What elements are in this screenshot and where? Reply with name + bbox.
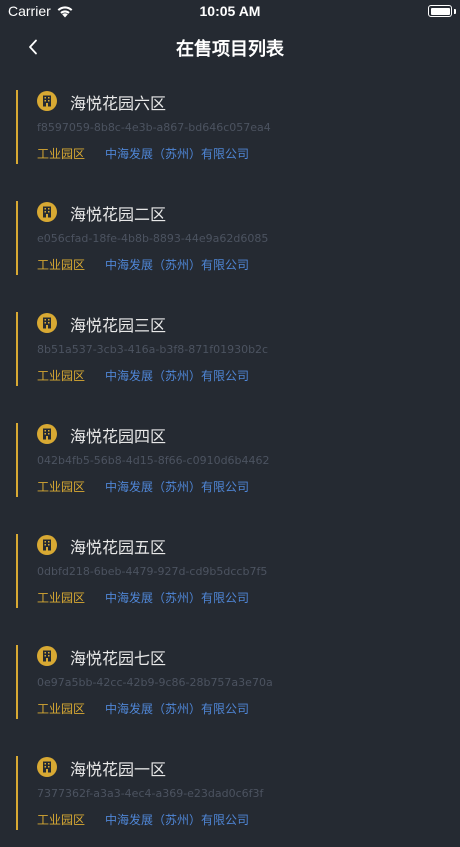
project-id: e056cfad-18fe-4b8b-8893-44e9a62d6085 (37, 232, 269, 245)
project-company: 中海发展（苏州）有限公司 (105, 147, 250, 161)
building-icon (37, 646, 57, 666)
project-area-tag: 工业园区 (37, 702, 86, 716)
battery-icon (428, 5, 452, 17)
building-icon (37, 313, 57, 333)
project-company: 中海发展（苏州）有限公司 (105, 369, 250, 383)
project-company: 中海发展（苏州）有限公司 (105, 813, 250, 827)
project-id: 0dbfd218-6beb-4479-927d-cd9b5dccb7f5 (37, 565, 268, 578)
status-time: 10:05 AM (199, 3, 261, 19)
project-id: 7377362f-a3a3-4ec4-a369-e23dad0c6f3f (37, 787, 264, 800)
project-name: 海悦花园三区 (70, 316, 167, 335)
project-list: 海悦花园六区 f8597059-8b8c-4e3b-a867-bd646c057… (0, 70, 460, 847)
project-name: 海悦花园七区 (70, 649, 167, 668)
project-company: 中海发展（苏州）有限公司 (105, 591, 250, 605)
accent-bar (16, 423, 18, 497)
project-card[interactable]: 海悦花园七区 0e97a5bb-42cc-42b9-9c86-28b757a3e… (0, 625, 460, 736)
project-area-tag: 工业园区 (37, 591, 86, 605)
project-area-tag: 工业园区 (37, 480, 86, 494)
accent-bar (16, 312, 18, 386)
building-icon (37, 757, 57, 777)
project-name: 海悦花园四区 (70, 427, 167, 446)
building-icon (37, 202, 57, 222)
project-name: 海悦花园一区 (70, 760, 167, 779)
project-id: 8b51a537-3cb3-416a-b3f8-871f01930b2c (37, 343, 269, 356)
building-icon (37, 535, 57, 555)
project-company: 中海发展（苏州）有限公司 (105, 702, 250, 716)
project-company: 中海发展（苏州）有限公司 (105, 480, 250, 494)
project-area-tag: 工业园区 (37, 258, 86, 272)
project-card[interactable]: 海悦花园三区 8b51a537-3cb3-416a-b3f8-871f01930… (0, 292, 460, 403)
project-area-tag: 工业园区 (37, 813, 86, 827)
accent-bar (16, 90, 18, 164)
project-name: 海悦花园五区 (70, 538, 167, 557)
project-card[interactable]: 海悦花园六区 f8597059-8b8c-4e3b-a867-bd646c057… (0, 70, 460, 181)
project-id: 042b4fb5-56b8-4d15-8f66-c0910d6b4462 (37, 454, 270, 467)
project-name: 海悦花园六区 (70, 94, 167, 113)
accent-bar (16, 645, 18, 719)
accent-bar (16, 756, 18, 830)
project-area-tag: 工业园区 (37, 147, 86, 161)
project-card[interactable]: 海悦花园五区 0dbfd218-6beb-4479-927d-cd9b5dccb… (0, 514, 460, 625)
project-name: 海悦花园二区 (70, 205, 167, 224)
project-id: 0e97a5bb-42cc-42b9-9c86-28b757a3e70a (37, 676, 273, 689)
project-id: f8597059-8b8c-4e3b-a867-bd646c057ea4 (37, 121, 271, 134)
project-card[interactable]: 海悦花园一区 7377362f-a3a3-4ec4-a369-e23dad0c6… (0, 736, 460, 847)
accent-bar (16, 534, 18, 608)
building-icon (37, 91, 57, 111)
building-icon (37, 424, 57, 444)
page-title: 在售项目列表 (176, 39, 284, 60)
project-company: 中海发展（苏州）有限公司 (105, 258, 250, 272)
project-card[interactable]: 海悦花园二区 e056cfad-18fe-4b8b-8893-44e9a62d6… (0, 181, 460, 292)
navigation-bar: 在售项目列表 (0, 24, 460, 70)
project-card[interactable]: 海悦花园四区 042b4fb5-56b8-4d15-8f66-c0910d6b4… (0, 403, 460, 514)
status-bar: Carrier 10:05 AM (0, 0, 460, 24)
accent-bar (16, 201, 18, 275)
project-area-tag: 工业园区 (37, 369, 86, 383)
battery-cap (454, 9, 456, 14)
